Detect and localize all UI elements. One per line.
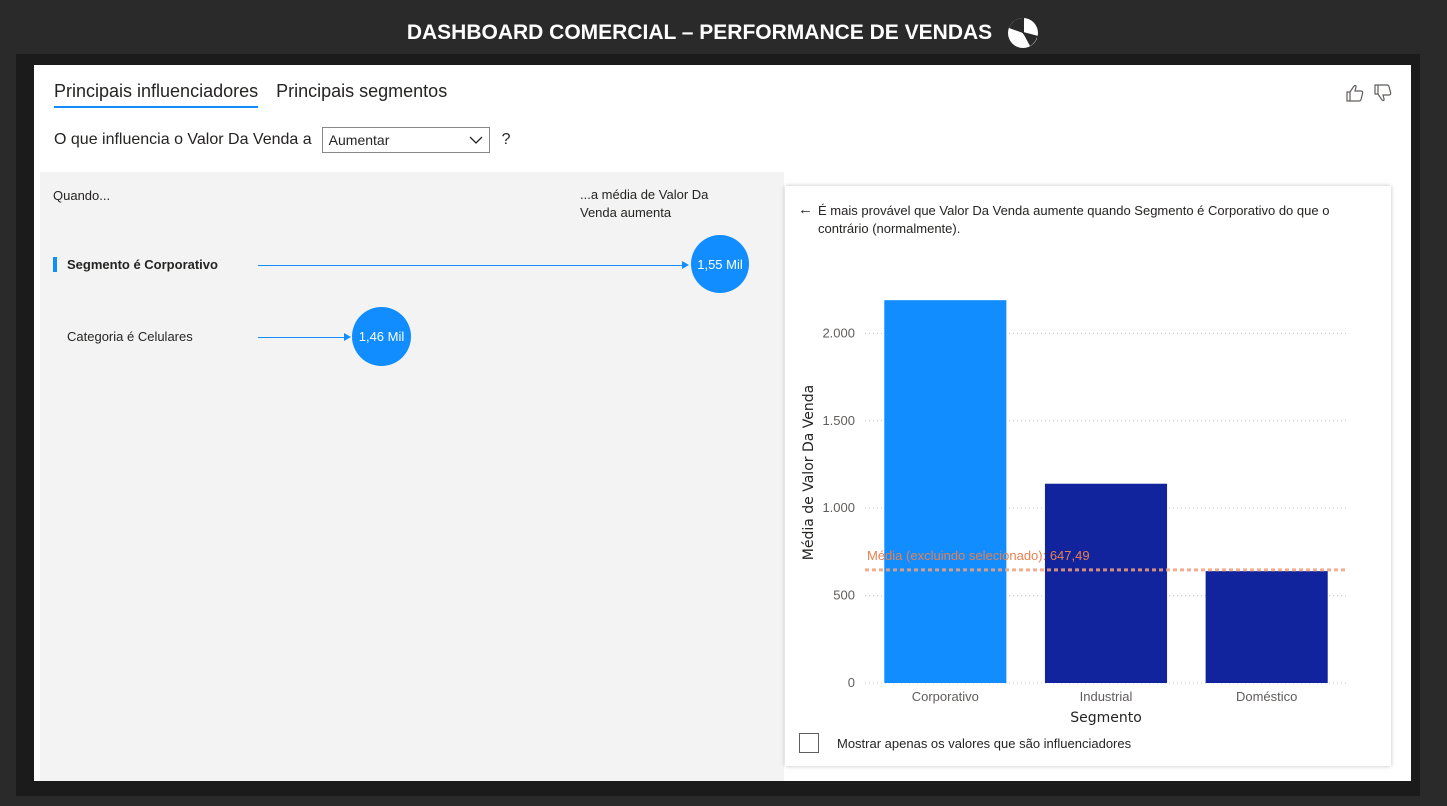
influencers-only-option: Mostrar apenas os valores que são influe… xyxy=(799,733,1131,753)
x-tick-label: Industrial xyxy=(1080,689,1133,704)
bar[interactable] xyxy=(1205,571,1328,683)
y-tick-label: 1.000 xyxy=(822,500,855,515)
x-tick-label: Corporativo xyxy=(912,689,979,704)
checkbox-label: Mostrar apenas os valores que são influe… xyxy=(837,735,1132,751)
dashboard-title: DASHBOARD COMERCIAL – PERFORMANCE DE VEN… xyxy=(406,21,993,44)
thumbs-down-icon[interactable] xyxy=(1373,83,1393,103)
influencer-categoria-celulares[interactable]: Categoria é Celulares xyxy=(53,329,193,344)
bar[interactable] xyxy=(1044,483,1168,683)
y-tick-label: 2.000 xyxy=(822,325,855,340)
y-tick-label: 1.500 xyxy=(822,413,855,428)
key-influencers-visual: Principais influenciadores Principais se… xyxy=(34,65,1411,781)
question-suffix: ? xyxy=(501,131,511,148)
tab-bar: Principais influenciadores Principais se… xyxy=(54,81,447,108)
x-axis-title: Segmento xyxy=(1070,710,1142,726)
x-tick-label: Doméstico xyxy=(1236,689,1297,704)
influence-question: O que influencia o Valor Da Venda a Aume… xyxy=(54,127,511,153)
question-prefix: O que influencia o Valor Da Venda a xyxy=(54,131,312,148)
segment-bar-chart: 0 500 1.000 1.500 2.000 Corporativo Industrial… xyxy=(801,300,1347,726)
influencer-bubble[interactable]: 1,55 Mil xyxy=(691,235,749,293)
influencer-arrow xyxy=(258,265,682,266)
direction-dropdown[interactable]: Aumentar xyxy=(321,127,490,153)
reference-line-label: Média (excluindo selecionado): 647,49 xyxy=(867,548,1090,563)
influencers-only-checkbox[interactable] xyxy=(799,733,819,753)
when-label: Quando... xyxy=(53,188,111,203)
bar[interactable] xyxy=(884,300,1007,683)
pie-chart-icon xyxy=(1006,16,1040,50)
influencers-list-area: Quando... ...a média de Valor Da Venda a… xyxy=(40,172,784,781)
feedback-buttons xyxy=(1345,83,1393,103)
influencer-bubble[interactable]: 1,46 Mil xyxy=(352,307,411,366)
y-tick-label: 500 xyxy=(833,588,855,603)
dropdown-value: Aumentar xyxy=(328,132,390,148)
influencer-arrow xyxy=(258,337,344,338)
arrowhead-icon xyxy=(682,261,689,269)
avg-increase-label: ...a média de Valor Da Venda aumenta xyxy=(580,187,709,220)
influencer-segmento-corporativo[interactable]: Segmento é Corporativo xyxy=(53,257,218,272)
influencer-detail-card: ← É mais provável que Valor Da Venda aum… xyxy=(785,186,1391,766)
tab-principais-segmentos[interactable]: Principais segmentos xyxy=(276,81,447,108)
thumbs-up-icon[interactable] xyxy=(1345,83,1365,103)
tab-principais-influenciadores[interactable]: Principais influenciadores xyxy=(54,81,259,108)
y-tick-label: 0 xyxy=(848,675,855,690)
arrowhead-icon xyxy=(344,333,351,341)
y-axis-title: Média de Valor Da Venda xyxy=(801,385,817,560)
chevron-down-icon xyxy=(469,132,483,148)
